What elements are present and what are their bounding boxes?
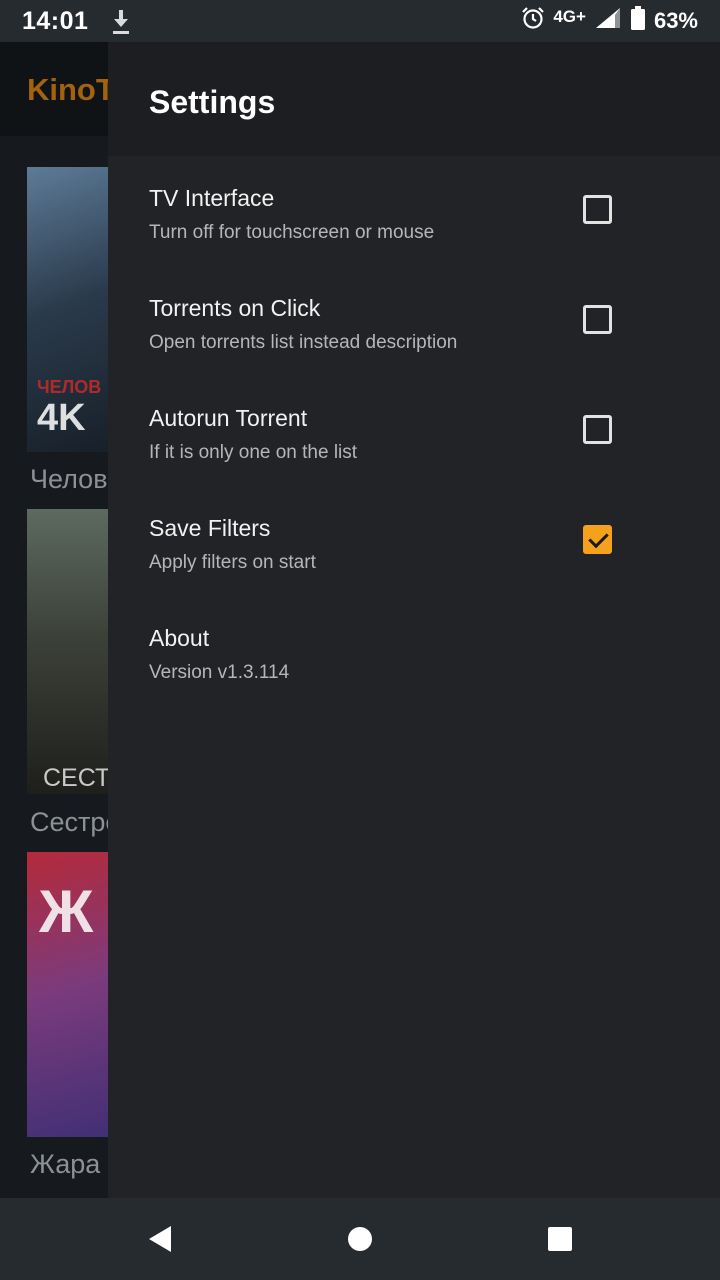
version-text: Version v1.3.114	[149, 662, 290, 683]
setting-autorun-torrent[interactable]: Autorun Torrent If it is only one on the…	[108, 392, 720, 502]
setting-label: Torrents on Click	[149, 295, 321, 321]
poster-badge: 4K	[37, 397, 86, 439]
setting-save-filters[interactable]: Save Filters Apply filters on start	[108, 502, 720, 612]
movie-title[interactable]: Жара	[30, 1149, 100, 1180]
status-bar: 14:01 4G+ 63%	[0, 0, 720, 42]
poster-title-text: СЕСТ	[43, 764, 111, 792]
alarm-icon	[521, 6, 545, 36]
setting-torrents-on-click[interactable]: Torrents on Click Open torrents list ins…	[108, 282, 720, 392]
torrents-on-click-checkbox[interactable]	[583, 305, 612, 334]
battery-percent: 63%	[653, 8, 698, 33]
setting-about[interactable]: About Version v1.3.114	[108, 612, 720, 722]
navigation-bar	[0, 1198, 720, 1280]
poster-title-text: ЧЕЛОВ	[37, 377, 102, 397]
setting-label: TV Interface	[149, 185, 275, 211]
poster-title-text: Ж	[39, 878, 94, 945]
network-type: 4G+	[553, 7, 586, 26]
status-time: 14:01	[22, 6, 89, 35]
drawer-title: Settings	[149, 84, 276, 120]
download-icon	[110, 7, 132, 35]
setting-description: Open torrents list instead description	[149, 332, 458, 353]
setting-label: About	[149, 625, 210, 651]
movie-title[interactable]: Сестре	[30, 807, 120, 838]
recents-icon[interactable]	[542, 1221, 578, 1257]
setting-description: If it is only one on the list	[149, 442, 358, 463]
battery-icon	[630, 5, 646, 37]
tv-interface-checkbox[interactable]	[583, 195, 612, 224]
setting-description: Turn off for touchscreen or mouse	[149, 222, 435, 243]
home-icon[interactable]	[342, 1221, 378, 1257]
back-icon[interactable]	[142, 1221, 178, 1257]
signal-icon	[594, 6, 622, 36]
setting-label: Autorun Torrent	[149, 405, 308, 431]
setting-label: Save Filters	[149, 515, 271, 541]
drawer-header: Settings	[108, 42, 720, 156]
setting-tv-interface[interactable]: TV Interface Turn off for touchscreen or…	[108, 172, 720, 282]
settings-drawer: Settings TV Interface Turn off for touch…	[108, 42, 720, 1198]
app-title: KinoT	[27, 72, 115, 107]
setting-description: Apply filters on start	[149, 552, 316, 573]
autorun-torrent-checkbox[interactable]	[583, 415, 612, 444]
save-filters-checkbox[interactable]	[583, 525, 612, 554]
